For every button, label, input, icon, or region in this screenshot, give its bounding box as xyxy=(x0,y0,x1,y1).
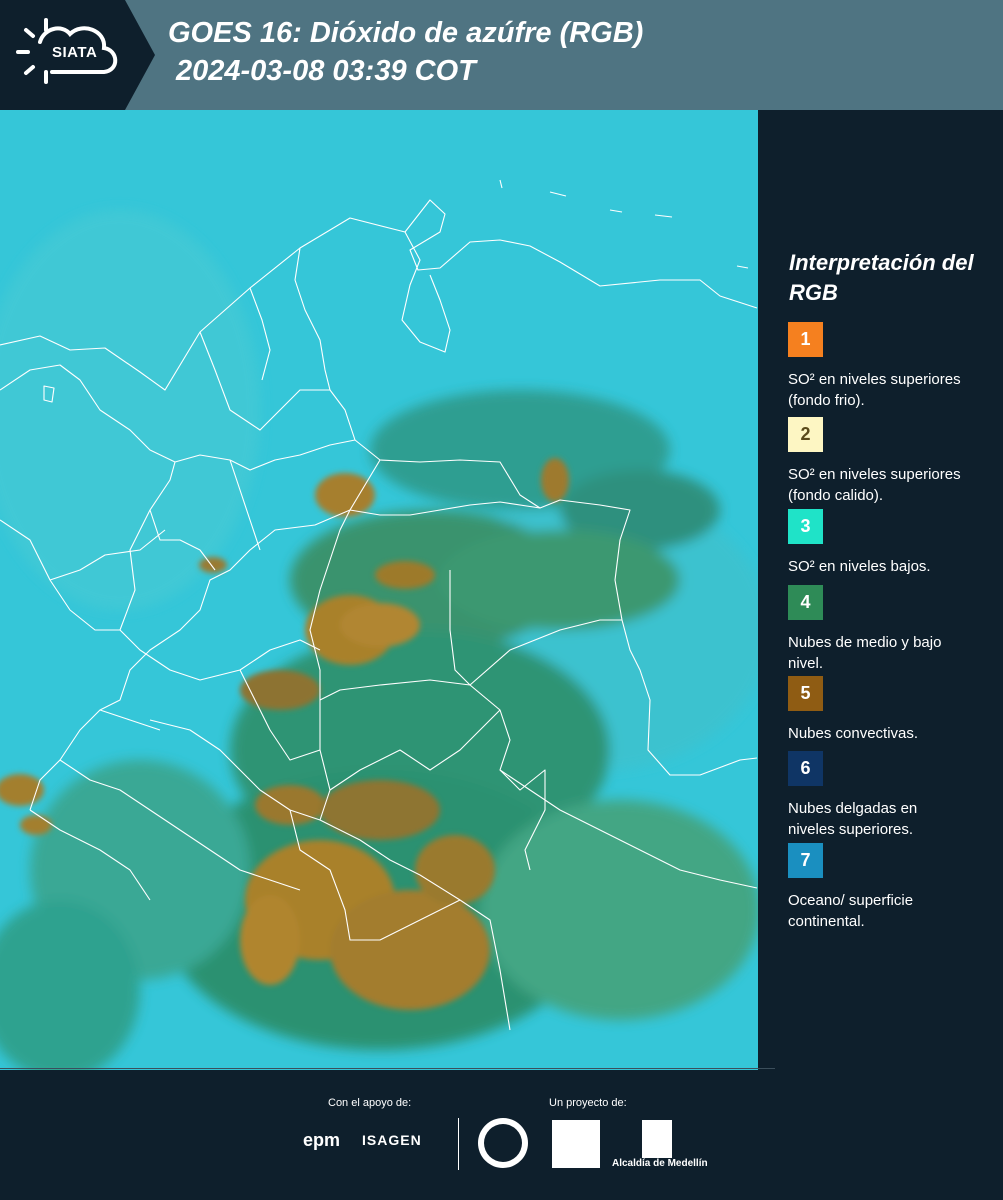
legend-item-4: 4 Nubes de medio y bajo nivel. xyxy=(788,585,998,674)
area-metropolitana-logo xyxy=(552,1120,600,1168)
footer: Con el apoyo de: Un proyecto de: epm ISA… xyxy=(0,1068,1003,1200)
footer-divider xyxy=(0,1068,775,1069)
legend-item-6: 6 Nubes delgadas en niveles superiores. xyxy=(788,751,998,840)
legend-description: SO² en niveles superiores (fondo calido)… xyxy=(788,466,961,504)
legend-title: Interpretación del RGB xyxy=(789,250,974,305)
logo-divider xyxy=(458,1118,459,1170)
legend-item-7: 7 Oceano/ superficie continental. xyxy=(788,843,998,932)
legend-description: SO² en niveles superiores (fondo frio). xyxy=(788,371,961,409)
siata-logo[interactable]: SIATA xyxy=(0,0,155,110)
legend-item-1: 1 SO² en niveles superiores (fondo frio)… xyxy=(788,322,998,411)
legend-item-5: 5 Nubes convectivas. xyxy=(788,676,998,744)
project-label: Un proyecto de: xyxy=(549,1097,627,1109)
legend-swatch: 7 xyxy=(788,843,823,878)
title-timestamp: 2024-03-08 03:39 COT xyxy=(176,55,476,87)
support-label: Con el apoyo de: xyxy=(328,1097,412,1109)
satellite-image xyxy=(0,110,758,1070)
header-bar: SIATA GOES 16: Dióxido de azúfre (RGB) 2… xyxy=(0,0,1003,110)
legend-swatch: 4 xyxy=(788,585,823,620)
university-seal-icon xyxy=(478,1118,528,1168)
legend-description: Nubes delgadas en niveles superiores. xyxy=(788,800,918,838)
siata-logo-text: SIATA xyxy=(52,44,98,61)
isagen-logo: ISAGEN xyxy=(362,1132,422,1148)
alcaldia-logo-text: Alcaldía de Medellín xyxy=(612,1158,708,1169)
legend-description: Nubes convectivas. xyxy=(788,725,919,742)
legend-swatch: 2 xyxy=(788,417,823,452)
legend-panel: Interpretación del RGB 1 SO² en niveles … xyxy=(758,110,1003,1070)
epm-logo: epm xyxy=(303,1130,341,1150)
page-title: GOES 16: Dióxido de azúfre (RGB) 2024-03… xyxy=(168,14,643,90)
legend-swatch: 5 xyxy=(788,676,823,711)
legend-description: Oceano/ superficie continental. xyxy=(788,892,914,930)
legend-item-3: 3 SO² en niveles bajos. xyxy=(788,509,998,577)
legend-swatch: 1 xyxy=(788,322,823,357)
alcaldia-medellin-shield-icon xyxy=(642,1120,672,1158)
title-product: GOES 16: Dióxido de azúfre (RGB) xyxy=(168,17,644,49)
legend-swatch: 6 xyxy=(788,751,823,786)
legend-description: SO² en niveles bajos. xyxy=(788,558,931,575)
legend-description: Nubes de medio y bajo nivel. xyxy=(788,634,942,672)
legend-item-2: 2 SO² en niveles superiores (fondo calid… xyxy=(788,417,998,506)
legend-swatch: 3 xyxy=(788,509,823,544)
